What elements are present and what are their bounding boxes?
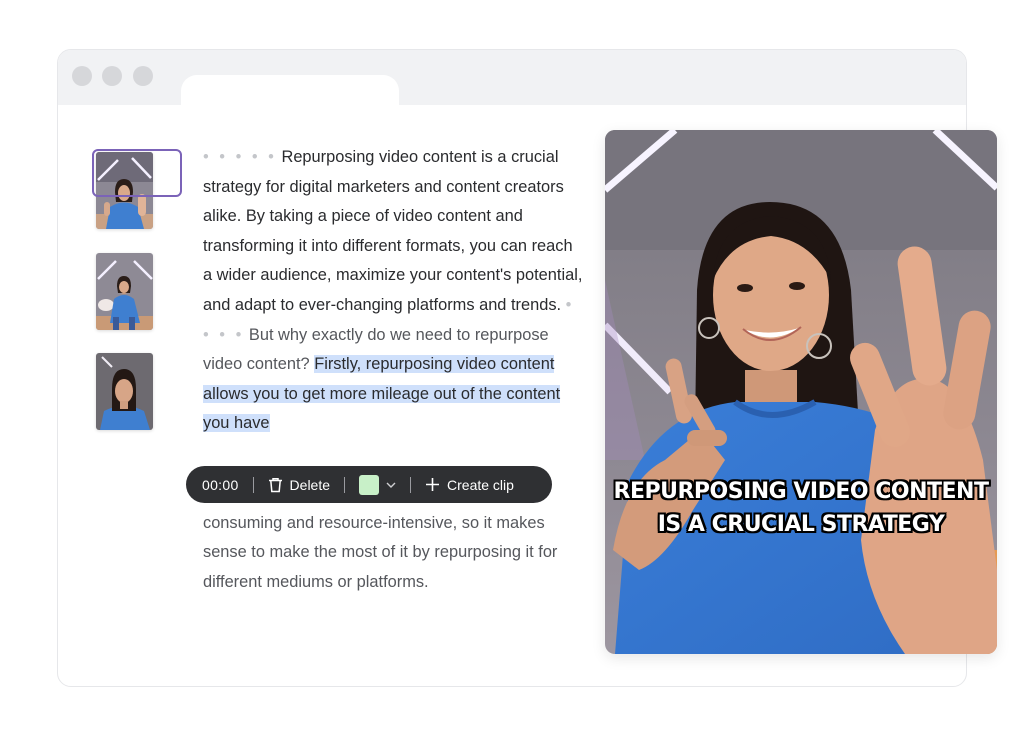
title-bar — [58, 50, 966, 107]
create-clip-button[interactable]: Create clip — [425, 477, 514, 493]
video-frame-image — [605, 130, 997, 654]
toolbar-divider — [410, 476, 412, 493]
video-preview[interactable]: REPURPOSING VIDEO CONTENT IS A CRUCIAL S… — [605, 130, 997, 654]
caption-line: REPURPOSING VIDEO CONTENT — [613, 479, 989, 504]
window-dot-icon — [72, 66, 92, 86]
selected-thumbnail-frame — [92, 149, 182, 197]
timestamp: 00:00 — [202, 476, 239, 493]
clip-thumbnail[interactable] — [96, 353, 153, 430]
plus-icon — [426, 478, 440, 491]
color-swatch — [359, 474, 380, 495]
pause-marker: • • • • • — [203, 148, 277, 166]
toolbar-divider — [344, 476, 346, 493]
clip-thumbnail[interactable] — [96, 253, 153, 330]
chevron-down-icon — [386, 482, 396, 488]
window-dot-icon — [102, 66, 122, 86]
trash-icon — [268, 477, 282, 492]
create-clip-label: Create clip — [447, 476, 514, 493]
caption-line: IS A CRUCIAL STRATEGY — [657, 512, 945, 537]
browser-tab[interactable] — [181, 75, 399, 107]
transcript-paragraph: Repurposing video content is a crucial s… — [203, 148, 583, 314]
selection-toolbar: 00:00 Delete Create clip — [186, 466, 552, 503]
transcript-text[interactable]: • • • • • Repurposing video content is a… — [203, 143, 583, 598]
window-dot-icon — [133, 66, 153, 86]
delete-button[interactable]: Delete — [268, 477, 330, 493]
color-picker-button[interactable] — [359, 474, 396, 495]
delete-label: Delete — [289, 476, 331, 493]
toolbar-divider — [252, 476, 254, 493]
